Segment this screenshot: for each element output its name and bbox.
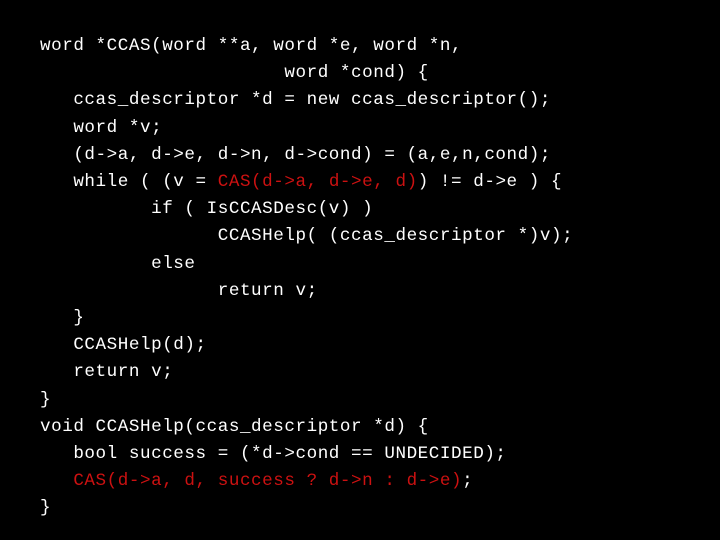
code-token: CCASHelp(d); [40,335,207,356]
code-token: word *CCAS(word **a, word *e, word *n, [40,36,463,56]
code-token: return v; [40,280,318,301]
code-block: word *CCAS(word **a, word *e, word *n, w… [40,33,700,523]
code-token: else [40,253,196,274]
code-token: ccas_descriptor *d = new ccas_descriptor… [40,90,551,111]
code-token: while ( (v = [40,172,218,193]
code-token: (d->a, d->e, d->n, d->cond) = (a,e,n,con… [40,144,551,165]
code-token: ) != d->e ) { [417,172,563,193]
code-token-highlighted: CAS(d->a, d, success ? d->n : d->e) [73,471,463,492]
code-token: } [40,389,52,410]
code-token: } [40,308,85,329]
code-token: } [40,498,52,519]
code-token: word *cond) { [40,63,429,84]
code-token: ; [462,471,474,492]
code-token: bool success = (*d->cond == UNDECIDED); [40,444,507,465]
code-token-highlighted: CAS(d->a, d->e, d) [217,172,418,193]
code-token: if ( IsCCASDesc(v) ) [40,199,374,220]
slide-canvas: word *CCAS(word **a, word *e, word *n, w… [0,0,720,540]
code-token: return v; [40,362,174,383]
code-token: word *v; [40,117,163,138]
code-token: void CCASHelp(ccas_descriptor *d) { [40,416,429,437]
code-token: CCASHelp( (ccas_descriptor *)v); [40,226,574,247]
